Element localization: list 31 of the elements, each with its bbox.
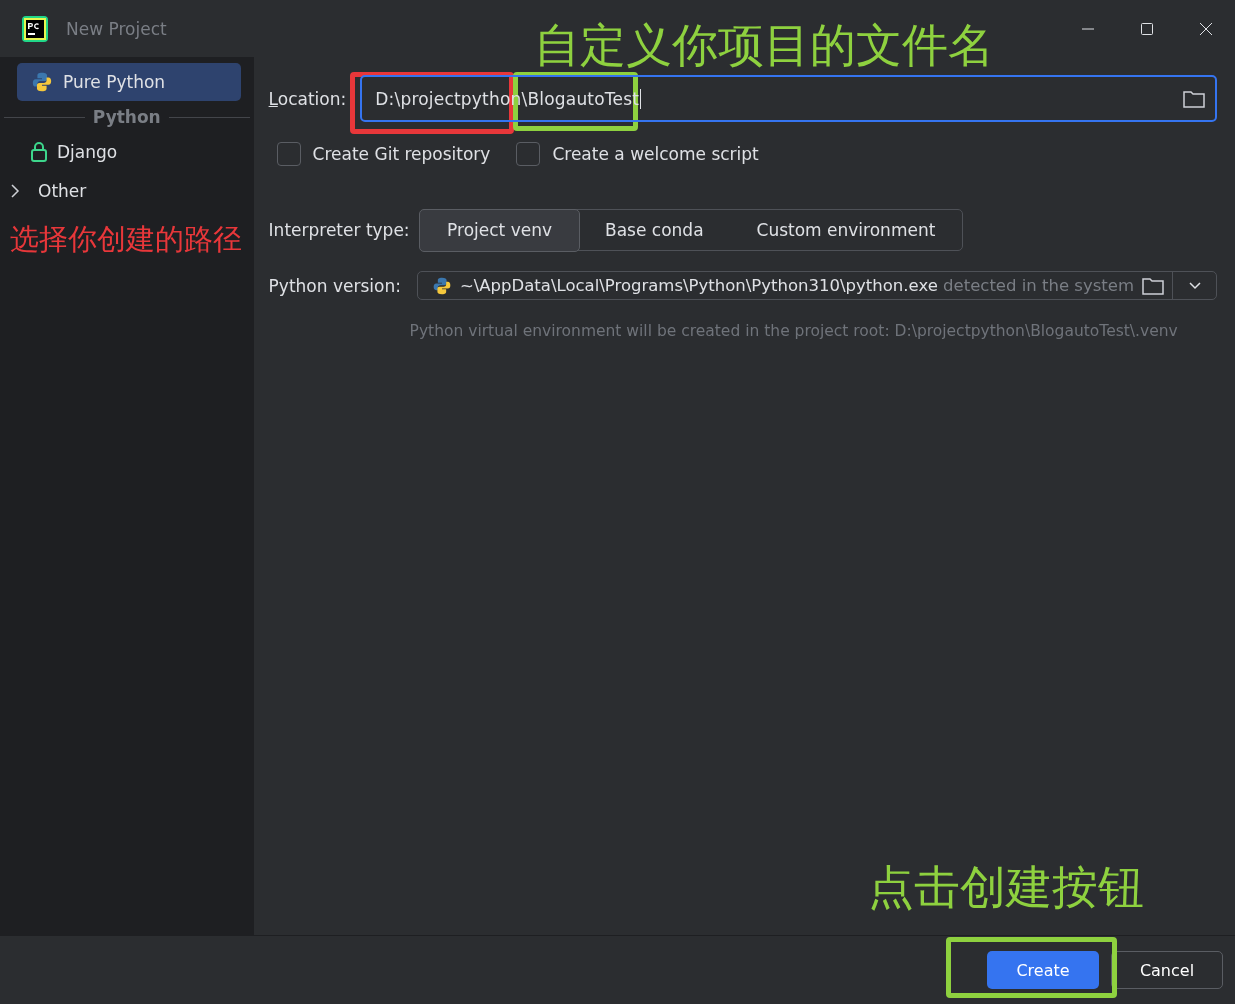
annotation-text: 自定义你项目的文件名 bbox=[534, 22, 994, 68]
annotation-text: 点击创建按钮 bbox=[868, 864, 1144, 910]
cancel-button[interactable]: Cancel bbox=[1111, 951, 1223, 989]
app-logo-icon bbox=[22, 15, 48, 42]
lock-icon bbox=[31, 142, 47, 162]
folder-icon[interactable] bbox=[1142, 276, 1164, 295]
checkbox[interactable] bbox=[516, 142, 541, 166]
python-icon bbox=[31, 71, 53, 93]
location-label: Location: bbox=[268, 88, 347, 109]
sidebar-item[interactable]: Pure Python bbox=[17, 63, 241, 101]
segment-tab[interactable]: Project venv bbox=[419, 208, 580, 252]
checkbox[interactable] bbox=[276, 142, 301, 166]
interpreter-path: ~\AppData\Local\Programs\Python\Python310\python.exe detected in the system bbox=[459, 276, 1134, 295]
folder-icon[interactable] bbox=[1183, 89, 1205, 108]
section-heading: Python bbox=[92, 107, 161, 127]
close-icon bbox=[1199, 22, 1212, 35]
tree-group[interactable]: Other bbox=[0, 171, 254, 211]
checkbox-label: Create Git repository bbox=[312, 144, 491, 164]
create-button[interactable]: Create bbox=[987, 951, 1099, 989]
window-title: New Project bbox=[66, 18, 167, 39]
chevron-down-icon bbox=[1188, 281, 1201, 290]
annotation-text: 选择你创建的路径 bbox=[10, 225, 242, 254]
checkbox-label: Create a welcome script bbox=[552, 144, 759, 164]
maximize-icon bbox=[1140, 22, 1153, 35]
interpreter-type-label: Interpreter type: bbox=[268, 220, 410, 240]
python-icon bbox=[431, 275, 452, 296]
python-version-dropdown[interactable]: ~\AppData\Local\Programs\Python\Python310\python.exe detected in the system bbox=[416, 271, 1217, 300]
chevron-icon bbox=[10, 184, 20, 198]
venv-note: Python virtual environment will be created in the project root: D:\projectpython\BlogautoTest\.venv bbox=[409, 322, 1179, 340]
python-version-label: Python version: bbox=[268, 275, 401, 296]
sidebar-item[interactable]: Django bbox=[17, 133, 241, 171]
